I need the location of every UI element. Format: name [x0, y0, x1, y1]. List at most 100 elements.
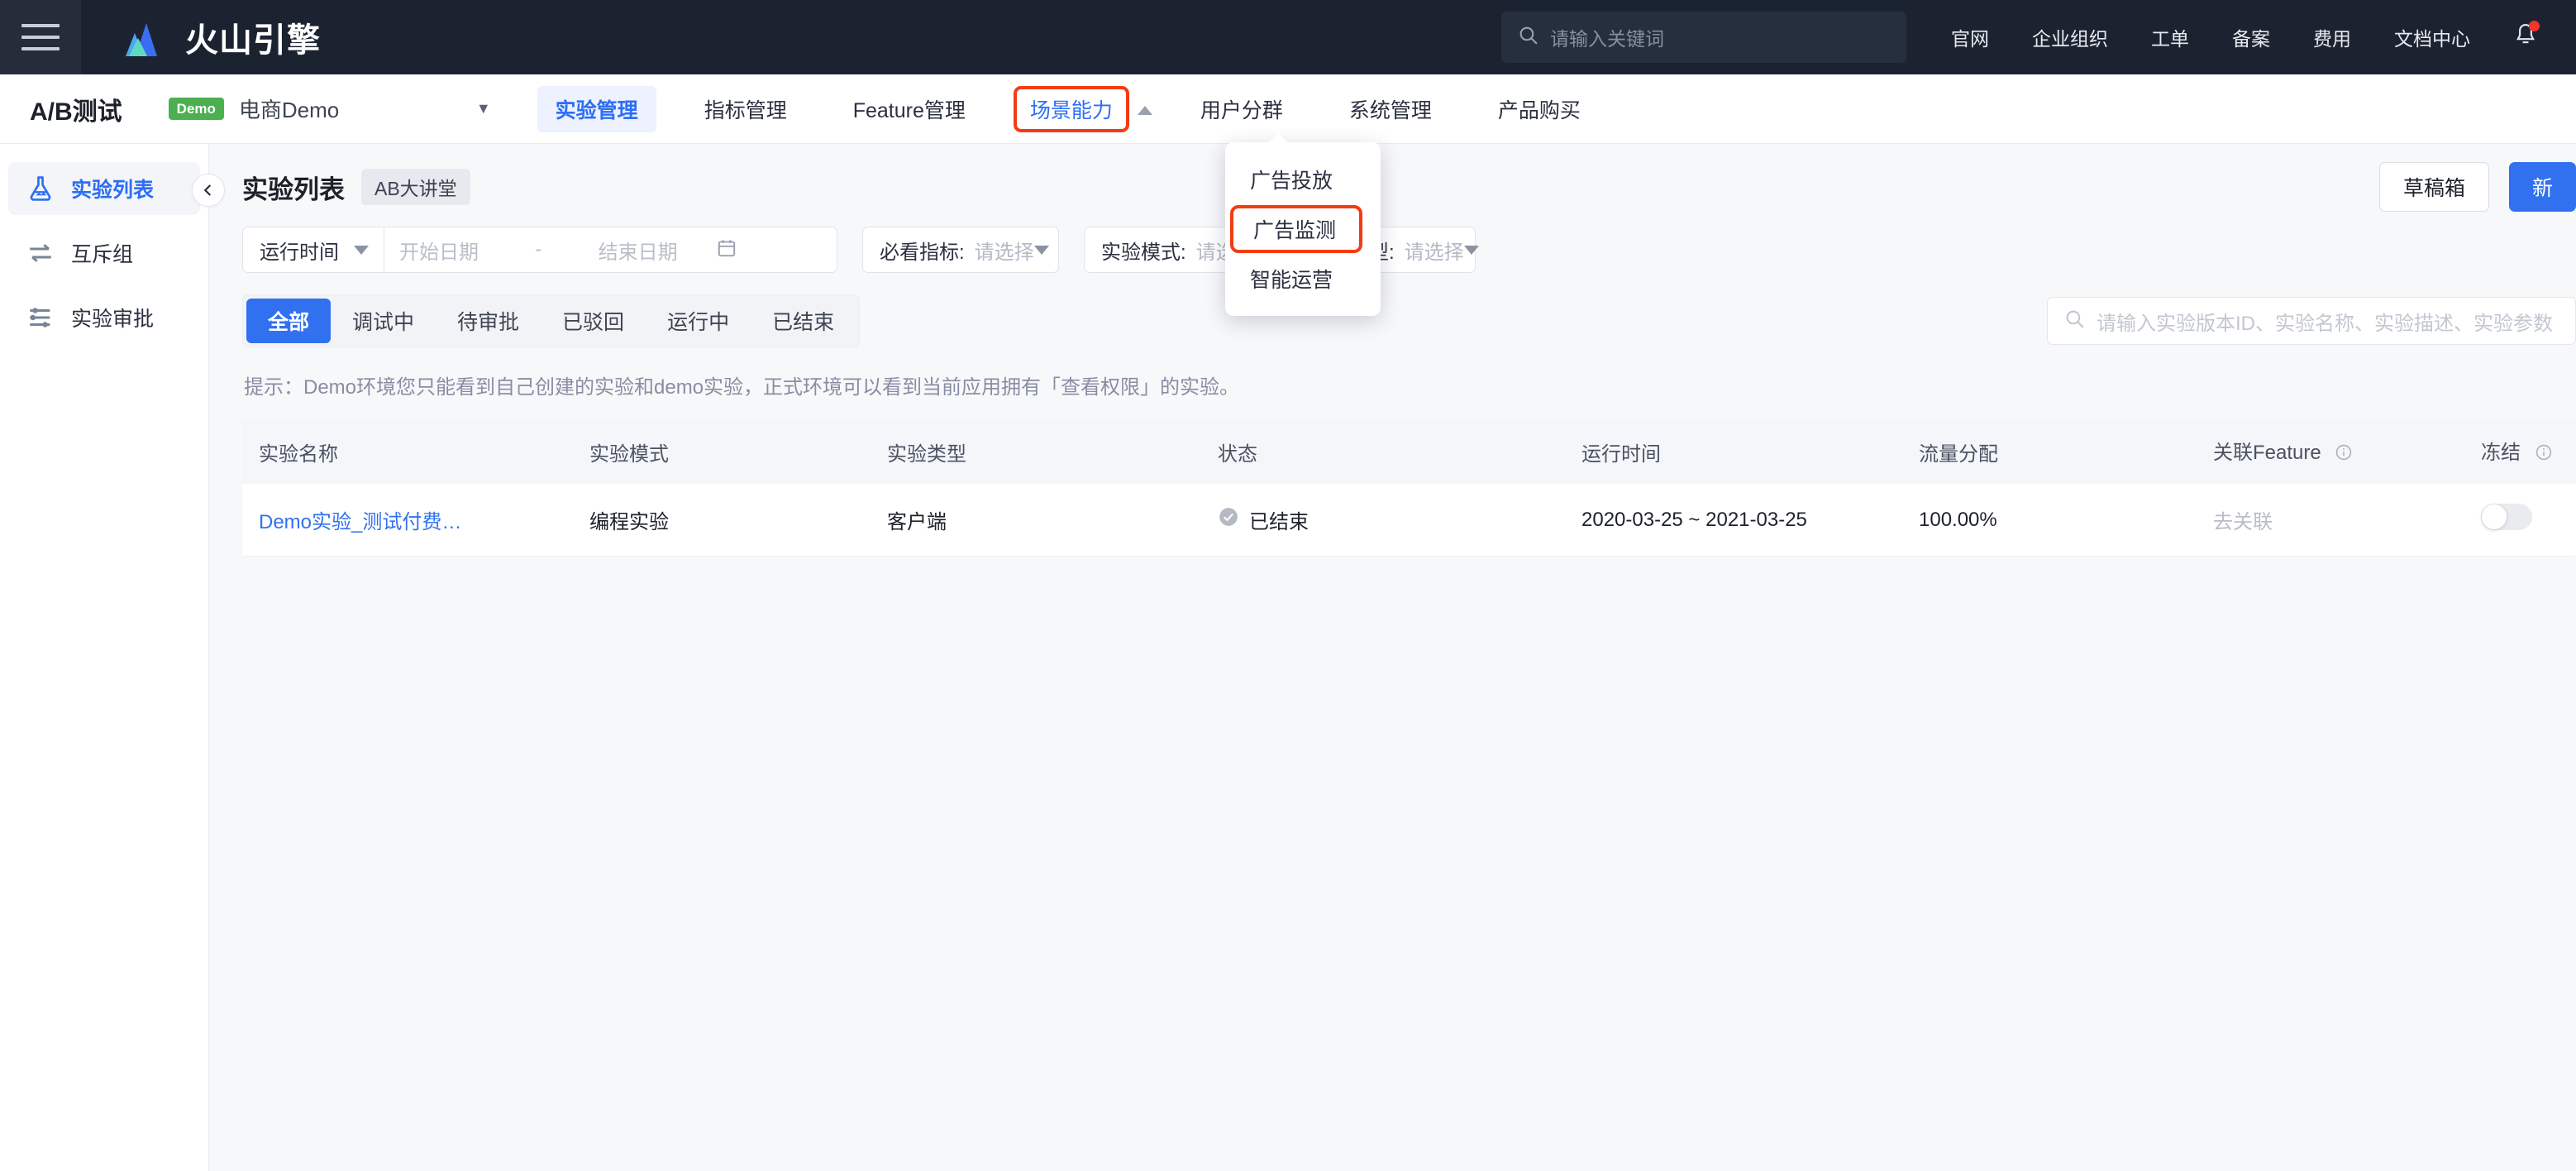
nav-tab-product-purchase[interactable]: 产品购买 — [1480, 86, 1599, 132]
scenario-capability-dropdown-menu: 广告投放 广告监测 智能运营 — [1225, 133, 1381, 316]
th-runtime: 运行时间 — [1565, 419, 1902, 484]
project-selector[interactable]: Demo 电商Demo ▼ — [168, 93, 491, 124]
experiment-search-placeholder: 请输入实验版本ID、实验名称、实验描述、实验参数 — [2097, 312, 2553, 335]
page-title: 实验列表 — [242, 174, 345, 204]
sidebar-item-experiment-list[interactable]: 实验列表 — [8, 162, 200, 215]
th-experiment-type: 实验类型 — [871, 419, 1201, 484]
date-range-input[interactable]: 开始日期 - 结束日期 — [384, 227, 752, 272]
sidebar-label-experiment-list: 实验列表 — [71, 179, 155, 202]
experiment-search-input[interactable]: 请输入实验版本ID、实验名称、实验描述、实验参数 — [2047, 297, 2576, 345]
nav-tab-experiment-management[interactable]: 实验管理 — [537, 85, 656, 132]
cell-experiment-name[interactable]: Demo实验_测试付费… — [242, 484, 573, 557]
header-link-gongdan[interactable]: 工单 — [2151, 23, 2189, 51]
runtime-type-select[interactable]: 运行时间 — [243, 227, 384, 272]
status-tab-debugging[interactable]: 调试中 — [331, 299, 436, 343]
cell-experiment-mode: 编程实验 — [573, 484, 871, 557]
nav-tab-metric-management[interactable]: 指标管理 — [686, 86, 805, 132]
th-frozen-label: 冻结 — [2481, 442, 2521, 464]
sidebar-collapse-button[interactable] — [192, 174, 225, 207]
cell-status: 已结束 — [1201, 484, 1565, 557]
sidebar-item-experiment-approval[interactable]: 实验审批 — [8, 291, 200, 344]
status-badge: 已结束 — [1218, 505, 1565, 534]
header-link-feiyong[interactable]: 费用 — [2313, 23, 2351, 51]
th-frozen: 冻结 — [2464, 419, 2576, 484]
global-search-input[interactable]: 请输入关键词 — [1501, 12, 1906, 63]
global-search-placeholder: 请输入关键词 — [1550, 28, 1664, 50]
status-tab-group: 全部 调试中 待审批 已驳回 运行中 已结束 — [242, 294, 861, 347]
start-date-placeholder: 开始日期 — [399, 241, 479, 264]
info-icon[interactable] — [2535, 444, 2553, 466]
th-linked-feature: 关联Feature — [2197, 419, 2464, 484]
top-header-bar: 火山引擎 请输入关键词 官网 企业组织 工单 备案 费用 文档中心 — [0, 0, 2576, 74]
draft-box-button[interactable]: 草稿箱 — [2378, 162, 2489, 212]
sidebar-label-mutex-group: 互斥组 — [71, 243, 134, 266]
chevron-down-icon — [354, 245, 369, 255]
th-linked-feature-label: 关联Feature — [2213, 442, 2321, 464]
sidebar-item-mutex-group[interactable]: 互斥组 — [8, 227, 200, 280]
must-metric-label: 必看指标: — [880, 241, 965, 264]
cell-experiment-type: 客户端 — [871, 484, 1201, 557]
table-row[interactable]: Demo实验_测试付费… 编程实验 客户端 已结束 2020-03-25 ~ 2… — [242, 484, 2576, 557]
chevron-down-icon — [1463, 245, 1479, 255]
status-tab-rejected[interactable]: 已驳回 — [541, 299, 646, 343]
hamburger-menu-button[interactable] — [0, 0, 81, 74]
brand-name: 火山引擎 — [185, 22, 321, 59]
must-metric-filter[interactable]: 必看指标: 请选择 — [862, 227, 1059, 273]
project-demo-badge: Demo — [168, 97, 224, 121]
nav-tab-scenario-capability[interactable]: 场景能力 — [1013, 85, 1129, 132]
dropdown-item-ad-monitoring[interactable]: 广告监测 — [1230, 205, 1362, 253]
header-link-beian[interactable]: 备案 — [2232, 23, 2270, 51]
brand-logo-link[interactable]: 火山引擎 — [119, 13, 321, 61]
chevron-down-icon — [1033, 245, 1049, 255]
th-traffic-allocation: 流量分配 — [1902, 419, 2197, 484]
th-experiment-name: 实验名称 — [242, 419, 573, 484]
th-experiment-mode: 实验模式 — [573, 419, 871, 484]
experiment-table-wrapper: 实验名称 实验模式 实验类型 状态 运行时间 流量分配 关联Feature 冻结… — [242, 419, 2576, 557]
status-tab-running[interactable]: 运行中 — [646, 299, 751, 343]
dropdown-item-ad-delivery[interactable]: 广告投放 — [1225, 155, 1381, 203]
status-tab-finished[interactable]: 已结束 — [751, 299, 856, 343]
content-header: 实验列表 AB大讲堂 草稿箱 新 — [209, 144, 2576, 212]
calendar-icon[interactable] — [716, 237, 737, 263]
demo-environment-tip: 提示：Demo环境您只能看到自己创建的实验和demo实验，正式环境可以看到当前应… — [244, 376, 1240, 399]
runtime-filter-group: 运行时间 开始日期 - 结束日期 — [242, 227, 837, 273]
filter-bar: 运行时间 开始日期 - 结束日期 必看指标: 请选择 实验模式: 请选择 — [209, 208, 2576, 273]
header-link-qiyezuzhi[interactable]: 企业组织 — [2032, 23, 2108, 51]
ab-lecture-badge[interactable]: AB大讲堂 — [361, 169, 470, 205]
experiment-table: 实验名称 实验模式 实验类型 状态 运行时间 流量分配 关联Feature 冻结… — [242, 419, 2576, 557]
app-title: A/B测试 — [30, 98, 122, 126]
status-label: 已结束 — [1249, 511, 1309, 533]
create-experiment-button[interactable]: 新 — [2508, 162, 2576, 212]
runtime-type-label: 运行时间 — [260, 241, 339, 264]
nav-tab-user-segment[interactable]: 用户分群 — [1182, 86, 1301, 132]
info-icon[interactable] — [2335, 444, 2353, 466]
table-body: Demo实验_测试付费… 编程实验 客户端 已结束 2020-03-25 ~ 2… — [242, 484, 2576, 557]
volcano-engine-logo-icon — [119, 17, 170, 58]
search-icon — [2064, 308, 2085, 333]
header-nav-links: 官网 企业组织 工单 备案 费用 文档中心 — [1951, 23, 2513, 51]
sidebar-label-experiment-approval: 实验审批 — [71, 308, 155, 331]
cell-runtime: 2020-03-25 ~ 2021-03-25 — [1565, 484, 1902, 557]
header-right-area: 请输入关键词 官网 企业组织 工单 备案 费用 文档中心 — [1501, 0, 2576, 74]
header-link-guanwang[interactable]: 官网 — [1951, 23, 1989, 51]
status-tab-pending-approval[interactable]: 待审批 — [436, 299, 541, 343]
left-sidebar: 实验列表 互斥组 实验审批 — [0, 144, 225, 1171]
table-header-row: 实验名称 实验模式 实验类型 状态 运行时间 流量分配 关联Feature 冻结 — [242, 419, 2576, 484]
frozen-toggle-switch[interactable] — [2481, 504, 2532, 530]
end-date-placeholder: 结束日期 — [598, 241, 678, 264]
status-tab-all[interactable]: 全部 — [246, 299, 332, 343]
status-tabs-row: 全部 调试中 待审批 已驳回 运行中 已结束 请输入实验版本ID、实验名称、实验… — [209, 273, 2576, 347]
exp-type-placeholder: 请选择 — [1404, 241, 1464, 264]
notification-bell-button[interactable] — [2513, 20, 2540, 53]
header-link-wendangzhongxin[interactable]: 文档中心 — [2394, 23, 2470, 51]
swap-arrows-icon — [26, 239, 56, 267]
cell-link-feature-action[interactable]: 去关联 — [2197, 484, 2464, 557]
chevron-up-icon — [1137, 106, 1152, 115]
chevron-down-icon: ▼ — [475, 100, 491, 117]
nav-tab-system-management[interactable]: 系统管理 — [1331, 86, 1450, 132]
check-circle-icon — [1218, 506, 1239, 533]
dropdown-item-smart-operation[interactable]: 智能运营 — [1225, 255, 1381, 303]
must-metric-select[interactable]: 必看指标: 请选择 — [863, 227, 1058, 272]
exp-mode-label: 实验模式: — [1101, 241, 1186, 264]
nav-tab-feature-management[interactable]: Feature管理 — [835, 86, 984, 132]
